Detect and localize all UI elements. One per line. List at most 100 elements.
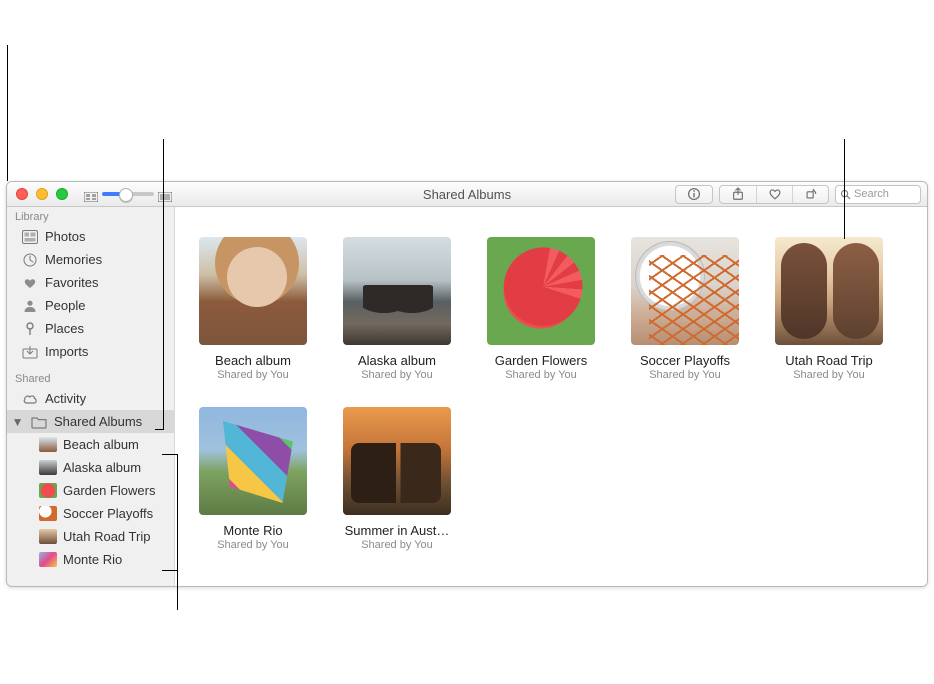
search-placeholder: Search — [854, 188, 889, 200]
album-thumb-icon — [39, 506, 57, 521]
album-thumb-icon — [39, 437, 57, 452]
album-subtitle: Shared by You — [487, 369, 595, 381]
album-subtitle: Shared by You — [199, 539, 307, 551]
album-title: Monte Rio — [199, 523, 307, 538]
sidebar-section-library-header: Library — [7, 207, 174, 225]
share-button[interactable] — [720, 186, 756, 203]
album-thumb-icon — [39, 483, 57, 498]
toolbar-right: Search — [675, 185, 927, 204]
content-area: Beach albumShared by YouAlaska albumShar… — [175, 207, 927, 586]
thumbnail-large-icon — [158, 189, 172, 199]
sidebar-item-label: Alaska album — [63, 460, 141, 475]
person-icon — [21, 298, 39, 314]
album-cover — [775, 237, 883, 345]
zoom-slider[interactable] — [102, 192, 154, 196]
photos-icon — [21, 229, 39, 245]
sidebar-item-label: People — [45, 298, 85, 313]
sidebar-item-imports[interactable]: Imports — [7, 340, 174, 363]
callout-line — [7, 45, 8, 181]
sidebar-item-shared-album[interactable]: Soccer Playoffs — [7, 502, 174, 525]
callout-line — [162, 454, 178, 455]
album-grid: Beach albumShared by YouAlaska albumShar… — [199, 237, 919, 551]
sidebar-item-label: Activity — [45, 391, 86, 406]
rotate-button[interactable] — [792, 186, 828, 203]
info-button[interactable] — [676, 186, 712, 203]
album-subtitle: Shared by You — [343, 539, 451, 551]
album-cover — [487, 237, 595, 345]
album-thumb-icon — [39, 552, 57, 567]
sidebar-item-label: Utah Road Trip — [63, 529, 150, 544]
sidebar-item-label: Favorites — [45, 275, 98, 290]
sidebar-item-shared-albums[interactable]: ▼ Shared Albums — [7, 410, 174, 433]
sidebar-item-shared-album[interactable]: Alaska album — [7, 456, 174, 479]
heart-icon — [21, 275, 39, 291]
search-input[interactable]: Search — [835, 185, 921, 204]
sidebar-item-memories[interactable]: Memories — [7, 248, 174, 271]
album-thumb-icon — [39, 460, 57, 475]
sidebar-item-shared-album[interactable]: Beach album — [7, 433, 174, 456]
sidebar-item-people[interactable]: People — [7, 294, 174, 317]
album-cover — [631, 237, 739, 345]
thumbnail-small-icon — [84, 189, 98, 199]
album-item[interactable]: Soccer PlayoffsShared by You — [631, 237, 739, 381]
album-cover — [199, 237, 307, 345]
album-title: Beach album — [199, 353, 307, 368]
window-controls — [7, 188, 68, 200]
search-icon — [840, 189, 851, 200]
favorite-button[interactable] — [756, 186, 792, 203]
album-item[interactable]: Garden FlowersShared by You — [487, 237, 595, 381]
callout-line — [844, 139, 845, 239]
album-subtitle: Shared by You — [775, 369, 883, 381]
sidebar: Library Photos Memories Favorites — [7, 207, 175, 586]
cloud-icon — [21, 391, 39, 407]
album-cover — [199, 407, 307, 515]
sidebar-item-shared-album[interactable]: Utah Road Trip — [7, 525, 174, 548]
sidebar-item-favorites[interactable]: Favorites — [7, 271, 174, 294]
sidebar-item-shared-album[interactable]: Monte Rio — [7, 548, 174, 571]
sidebar-item-label: Beach album — [63, 437, 139, 452]
sidebar-item-label: Memories — [45, 252, 102, 267]
thumbnail-zoom-control[interactable] — [84, 189, 172, 199]
minimize-window-button[interactable] — [36, 188, 48, 200]
album-item[interactable]: Summer in Aust…Shared by You — [343, 407, 451, 551]
album-item[interactable]: Beach albumShared by You — [199, 237, 307, 381]
chevron-down-icon[interactable]: ▼ — [13, 417, 22, 426]
sidebar-item-label: Monte Rio — [63, 552, 122, 567]
album-item[interactable]: Monte RioShared by You — [199, 407, 307, 551]
album-title: Soccer Playoffs — [631, 353, 739, 368]
album-subtitle: Shared by You — [631, 369, 739, 381]
sidebar-item-photos[interactable]: Photos — [7, 225, 174, 248]
sidebar-item-shared-album[interactable]: Garden Flowers — [7, 479, 174, 502]
zoom-window-button[interactable] — [56, 188, 68, 200]
callout-line — [177, 454, 178, 610]
album-title: Summer in Aust… — [343, 523, 451, 538]
album-cover — [343, 237, 451, 345]
album-title: Utah Road Trip — [775, 353, 883, 368]
titlebar: Shared Albums Search — [7, 182, 927, 207]
sidebar-section-shared-header: Shared — [7, 369, 174, 387]
sidebar-item-label: Shared Albums — [54, 414, 142, 429]
sidebar-item-label: Garden Flowers — [63, 483, 155, 498]
close-window-button[interactable] — [16, 188, 28, 200]
callout-line — [162, 570, 178, 571]
album-thumb-icon — [39, 529, 57, 544]
imports-icon — [21, 344, 39, 360]
sidebar-item-places[interactable]: Places — [7, 317, 174, 340]
album-cover — [343, 407, 451, 515]
sidebar-item-label: Photos — [45, 229, 85, 244]
album-subtitle: Shared by You — [343, 369, 451, 381]
window-body: Library Photos Memories Favorites — [7, 207, 927, 586]
memories-icon — [21, 252, 39, 268]
folder-icon — [30, 414, 48, 430]
album-item[interactable]: Utah Road TripShared by You — [775, 237, 883, 381]
sidebar-item-label: Places — [45, 321, 84, 336]
album-item[interactable]: Alaska albumShared by You — [343, 237, 451, 381]
album-subtitle: Shared by You — [199, 369, 307, 381]
callout-line — [155, 429, 164, 430]
sidebar-item-activity[interactable]: Activity — [7, 387, 174, 410]
app-window: Shared Albums Search — [6, 181, 928, 587]
sidebar-item-label: Imports — [45, 344, 88, 359]
album-title: Garden Flowers — [487, 353, 595, 368]
callout-line — [163, 139, 164, 429]
album-title: Alaska album — [343, 353, 451, 368]
